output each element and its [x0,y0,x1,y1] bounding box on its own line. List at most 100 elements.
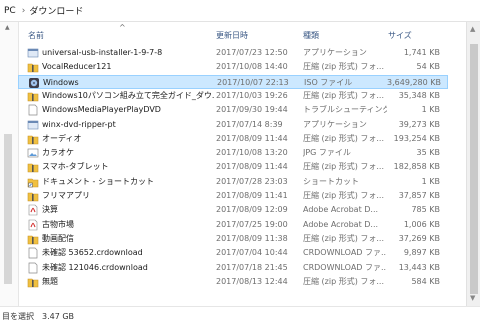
file-row[interactable]: Windows 2017/10/07 22:13 ISO ファイル 3,649,280… [18,74,448,89]
file-row[interactable]: universal-usb-installer-1-9-7-8 2017/07/2… [18,46,448,60]
navigation-pane-edge: ▲ [0,22,19,306]
file-name: universal-usb-installer-1-9-7-8 [42,48,163,57]
file-date: 2017/07/04 10:44 [216,248,288,258]
nav-scrollbar-thumb[interactable] [4,134,12,284]
zip-icon [27,161,39,173]
file-name: winx-dvd-ripper-pt [42,119,116,129]
breadcrumb-downloads[interactable]: ダウンロード [29,4,83,17]
file-size: 785 KB [411,205,440,215]
file-size: 1,741 KB [403,48,440,57]
file-name: 未確認 121046.crdownload [42,262,148,272]
file-size: 3,649,280 KB [387,77,441,87]
file-name: 古物市場 [42,219,74,229]
file-row[interactable]: 決算 2017/08/09 12:09 Adobe Acrobat D... 785 … [18,203,448,217]
file-size: 193,254 KB [393,133,440,143]
file-name: 無題 [42,276,58,286]
file-date: 2017/08/09 11:41 [216,191,288,200]
pdf-icon [27,219,39,231]
file-name: ドキュメント - ショートカット [42,176,154,186]
file-name: スマホ-タブレット [42,162,109,172]
file-name: 未確認 53652.crdownload [42,248,143,258]
file-row[interactable]: 無題 2017/08/13 12:44 圧縮 (zip 形式) フォ... 584 K… [18,275,448,289]
file-row[interactable]: 動画配信 2017/08/09 11:38 圧縮 (zip 形式) フォ... 37,… [18,232,448,246]
nav-scroll-up-icon[interactable]: ▲ [5,24,10,31]
file-name: カラオケ [42,148,74,158]
file-icon [27,262,39,274]
zip-icon [27,276,39,288]
file-name: 決算 [42,205,58,215]
file-date: 2017/10/08 13:20 [216,148,288,158]
file-size: 35 KB [416,148,440,158]
file-row[interactable]: 未確認 53652.crdownload 2017/07/04 10:44 CRDO… [18,246,448,260]
zip-icon [27,190,39,202]
file-row[interactable]: 未確認 121046.crdownload 2017/07/18 21:45 CRD… [18,261,448,275]
column-headers: ^ 名前 更新日時 種類 サイズ [18,22,466,46]
file-row[interactable]: WindowsMediaPlayerPlayDVD 2017/09/30 19:4… [18,103,448,117]
file-name: 動画配信 [42,233,74,243]
column-header-date[interactable]: 更新日時 [216,30,248,41]
column-header-size[interactable]: サイズ [388,30,412,41]
file-row[interactable]: Windows10パソコン組み立て完全ガイド_ダウ... 2017/10/03 1… [18,89,448,103]
zip-icon [27,233,39,245]
breadcrumb-separator: › [21,5,26,16]
scrollbar-thumb[interactable] [470,44,478,294]
file-date: 2017/08/09 11:44 [216,133,288,143]
file-icon [27,104,39,116]
explorer-window: PC › ダウンロード ▲ ^ 名前 更新日時 種類 サイズ universal… [0,0,480,326]
shortcut-icon [27,176,39,188]
iso-icon [28,77,40,89]
breadcrumb-pc[interactable]: PC [4,6,16,16]
file-date: 2017/09/30 19:44 [216,105,288,115]
column-header-type[interactable]: 種類 [303,30,319,41]
file-size: 1,006 KB [403,219,440,229]
file-date: 2017/07/25 19:00 [216,219,288,229]
file-row[interactable]: 古物市場 2017/07/25 19:00 Adobe Acrobat D... 1,… [18,218,448,232]
file-date: 2017/10/08 14:40 [216,62,288,72]
file-row[interactable]: フリマアプリ 2017/08/09 11:41 圧縮 (zip 形式) フォ... 3… [18,189,448,203]
file-name: フリマアプリ [42,191,90,200]
file-row[interactable]: ドキュメント - ショートカット 2017/07/28 23:03 ショートカット 1… [18,175,448,189]
file-date: 2017/08/09 11:44 [216,162,288,172]
file-icon [27,247,39,259]
file-date: 2017/07/14 8:39 [216,119,283,129]
file-row[interactable]: カラオケ 2017/10/08 13:20 JPG ファイル 35 KB [18,146,448,160]
app-icon [27,119,39,131]
status-bar: 目を選択 3.47 GB [0,306,480,326]
vertical-scrollbar[interactable]: ▲ ▼ [466,22,480,306]
file-name: Windows [43,77,79,87]
app-icon [27,47,39,59]
file-size: 37,269 KB [398,233,440,243]
file-row[interactable]: スマホ-タブレット 2017/08/09 11:44 圧縮 (zip 形式) フォ.… [18,160,448,174]
file-date: 2017/07/23 12:50 [216,48,288,57]
file-name: VocalReducer121 [42,62,112,72]
file-size: 13,443 KB [398,262,440,272]
file-row[interactable]: VocalReducer121 2017/10/08 14:40 圧縮 (zip 形… [18,60,448,74]
file-size: 54 KB [416,62,440,72]
file-date: 2017/08/13 12:44 [216,276,288,286]
file-date: 2017/07/18 21:45 [216,262,288,272]
file-size: 9,897 KB [403,248,440,258]
selection-status: 目を選択 [2,312,34,321]
file-size: 1 KB [421,176,440,186]
image-icon [27,147,39,159]
zip-icon [27,133,39,145]
pdf-icon [27,204,39,216]
file-size: 35,348 KB [398,90,440,100]
file-name: WindowsMediaPlayerPlayDVD [42,105,161,115]
scroll-up-icon[interactable]: ▲ [470,25,475,33]
file-row[interactable]: オーディオ 2017/08/09 11:44 圧縮 (zip 形式) フォ... 19… [18,132,448,146]
sort-ascending-icon: ^ [119,23,126,32]
file-size: 584 KB [411,276,440,286]
column-header-name[interactable]: 名前 [28,30,44,41]
file-date: 2017/07/28 23:03 [216,176,288,186]
breadcrumb: PC › ダウンロード [0,0,480,22]
file-date: 2017/08/09 12:09 [216,205,288,215]
file-size: 37,857 KB [398,191,440,200]
file-date: 2017/10/03 19:26 [216,90,288,100]
zip-icon [27,61,39,73]
file-row[interactable]: winx-dvd-ripper-pt 2017/07/14 8:39 アプリケーショ… [18,118,448,132]
file-name: Windows10パソコン組み立て完全ガイド_ダウ... [42,90,214,100]
file-size: 1 KB [421,105,440,115]
selection-size: 3.47 GB [42,312,75,321]
scroll-down-icon[interactable]: ▼ [470,294,475,302]
